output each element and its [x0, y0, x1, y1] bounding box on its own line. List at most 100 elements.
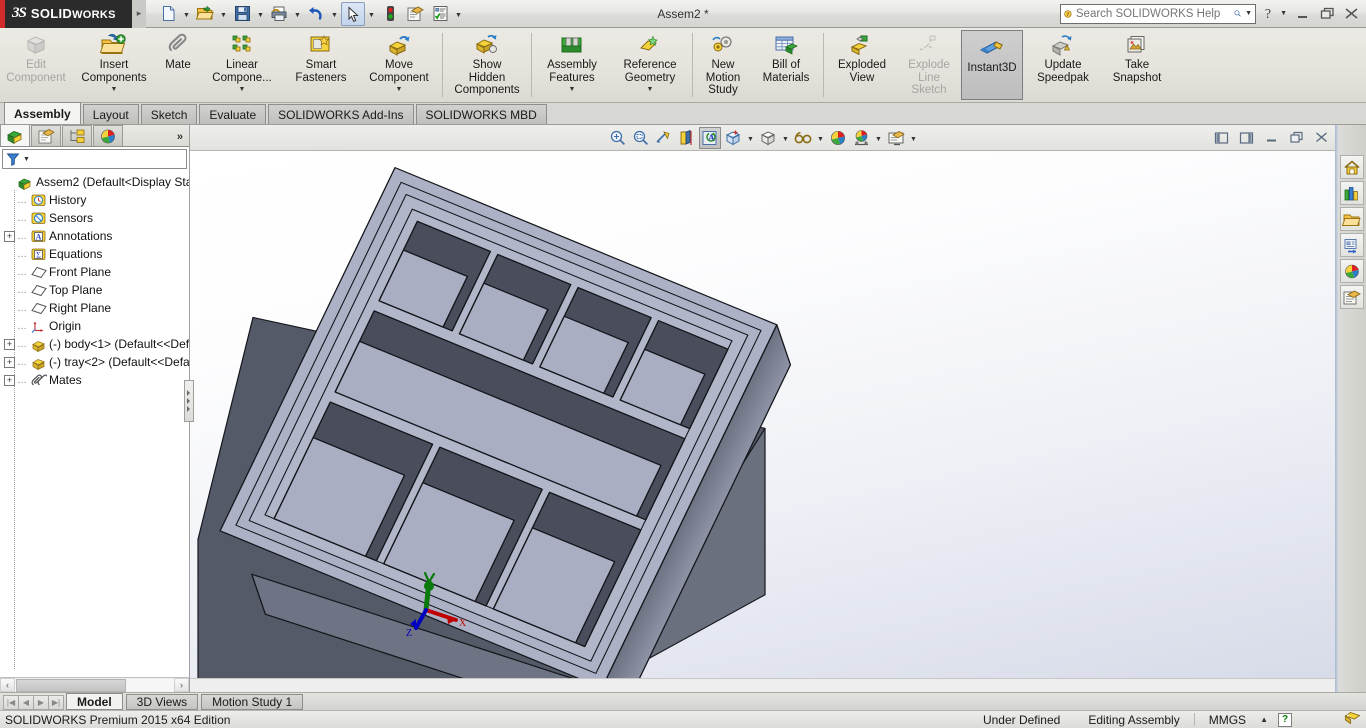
view-palette-button[interactable] [1339, 233, 1364, 257]
feature-manager-tab[interactable] [0, 124, 30, 146]
doc-restore-button[interactable] [1285, 127, 1307, 149]
panel-splitter-handle[interactable] [184, 380, 194, 422]
status-units[interactable]: MMGS [1195, 713, 1260, 727]
smart-fasteners-button[interactable]: Smart Fasteners [284, 28, 358, 102]
nav-prev-button[interactable]: ◀ [18, 695, 34, 710]
feature-tree-horizontal-scrollbar[interactable]: ‹ › [0, 677, 189, 692]
nav-next-button[interactable]: ▶ [33, 695, 49, 710]
expand-toggle[interactable]: + [4, 230, 15, 242]
tree-item-sensors[interactable]: … Sensors [2, 209, 189, 227]
feature-manager-more-button[interactable]: » [177, 131, 189, 146]
mate-button[interactable]: Mate [156, 28, 200, 102]
open-document-caret[interactable]: ▼ [218, 2, 229, 26]
hide-show-items-button[interactable] [757, 127, 779, 149]
tree-item-origin[interactable]: … Origin [2, 317, 189, 335]
display-manager-tab[interactable] [93, 125, 123, 146]
split-horizontal-button[interactable] [1210, 127, 1232, 149]
graphics-viewport[interactable]: X Z [190, 151, 1336, 678]
apply-scene-button[interactable] [827, 127, 849, 149]
tab-solidworks-mbd[interactable]: SOLIDWORKS MBD [415, 104, 547, 124]
view-settings-button[interactable] [792, 127, 814, 149]
update-speedpak-button[interactable]: ! Update Speedpak [1024, 28, 1102, 102]
open-document-button[interactable] [193, 2, 217, 26]
help-caret-icon[interactable]: ▼ [1280, 10, 1287, 17]
help-search-caret[interactable]: ▼ [1245, 10, 1252, 17]
scroll-thumb[interactable] [16, 678, 126, 692]
zoom-to-area-button[interactable] [630, 127, 652, 149]
tree-item-tray-component[interactable]: + … (-) tray<2> (Default<<Defa [2, 353, 189, 371]
doc-tab-model[interactable]: Model [66, 693, 123, 710]
appearances-scenes-button[interactable] [1339, 259, 1364, 283]
print-document-caret[interactable]: ▼ [292, 2, 303, 26]
zoom-to-fit-button[interactable] [607, 127, 629, 149]
linear-component-pattern-button[interactable]: Linear Compone... ▼ [200, 28, 284, 102]
doc-tab-motion-study[interactable]: Motion Study 1 [201, 694, 304, 710]
edit-appearance-button[interactable] [850, 127, 872, 149]
insert-components-caret[interactable]: ▼ [111, 86, 118, 93]
save-document-button[interactable] [230, 2, 254, 26]
show-hidden-components-button[interactable]: Show Hidden Components [445, 28, 529, 102]
new-document-caret[interactable]: ▼ [181, 2, 192, 26]
help-question-icon[interactable]: ? [1258, 3, 1278, 25]
tab-assembly[interactable]: Assembly [4, 102, 81, 124]
instant3d-button[interactable]: Instant3D [961, 30, 1023, 100]
save-document-caret[interactable]: ▼ [255, 2, 266, 26]
expand-toggle[interactable]: + [4, 374, 15, 386]
tab-evaluate[interactable]: Evaluate [199, 104, 267, 124]
tag-icon[interactable] [1344, 711, 1361, 728]
view-settings-caret[interactable]: ▼ [815, 127, 826, 149]
custom-properties-button[interactable] [1339, 285, 1364, 309]
design-library-button[interactable] [1339, 181, 1364, 205]
property-manager-tab[interactable] [31, 125, 61, 146]
select-tool-caret[interactable]: ▼ [366, 2, 377, 26]
reference-geometry-button[interactable]: Reference Geometry ▼ [610, 28, 690, 102]
menu-expand-arrow[interactable]: ▸ [132, 0, 146, 28]
edit-appearance-caret[interactable]: ▼ [873, 127, 884, 149]
rebuild-button[interactable] [378, 2, 402, 26]
close-icon[interactable] [1340, 3, 1362, 25]
model-3d-view[interactable] [190, 151, 1336, 678]
select-tool-button[interactable] [341, 1, 365, 26]
edit-component-button[interactable]: Edit Component [0, 28, 72, 102]
restore-icon[interactable] [1316, 3, 1338, 25]
nav-last-button[interactable]: ▶| [48, 695, 64, 710]
tree-item-equations[interactable]: … Σ Equations [2, 245, 189, 263]
move-component-button[interactable]: Move Component ▼ [358, 28, 440, 102]
feature-filter-box[interactable]: ▼ [2, 149, 187, 169]
configuration-manager-tab[interactable] [62, 125, 92, 146]
scroll-track[interactable] [15, 678, 174, 692]
tab-layout[interactable]: Layout [82, 104, 139, 124]
display-style-button[interactable] [722, 127, 744, 149]
exploded-view-button[interactable]: Exploded View [826, 28, 898, 102]
tree-item-assembly-root[interactable]: Assem2 (Default<Display State [2, 173, 189, 191]
doc-minimize-button[interactable] [1260, 127, 1282, 149]
undo-button[interactable] [304, 2, 328, 26]
viewport-caret[interactable]: ▼ [908, 127, 919, 149]
split-vertical-button[interactable] [1235, 127, 1257, 149]
new-document-button[interactable] [156, 2, 180, 26]
options-button[interactable] [428, 2, 452, 26]
new-motion-study-button[interactable]: New Motion Study [695, 28, 751, 102]
previous-view-button[interactable] [653, 127, 675, 149]
doc-tab-3d-views[interactable]: 3D Views [125, 694, 199, 710]
undo-caret[interactable]: ▼ [329, 2, 340, 26]
edit-appearance-button[interactable] [403, 2, 427, 26]
tab-solidworks-addins[interactable]: SOLIDWORKS Add-Ins [268, 104, 414, 124]
help-search-input[interactable] [1075, 7, 1230, 20]
assembly-features-caret[interactable]: ▼ [569, 86, 576, 93]
expand-toggle[interactable]: + [4, 356, 15, 368]
print-document-button[interactable] [267, 2, 291, 26]
tree-item-body-component[interactable]: + … (-) body<1> (Default<<Def [2, 335, 189, 353]
display-style-caret[interactable]: ▼ [745, 127, 756, 149]
viewport-button[interactable] [885, 127, 907, 149]
options-caret[interactable]: ▼ [453, 2, 464, 26]
move-component-caret[interactable]: ▼ [396, 86, 403, 93]
tree-item-top-plane[interactable]: … Top Plane [2, 281, 189, 299]
minimize-icon[interactable] [1292, 3, 1314, 25]
view-orientation-button[interactable]: A [699, 126, 721, 149]
status-help-badge[interactable]: ? [1278, 712, 1292, 727]
expand-toggle[interactable]: + [4, 338, 15, 350]
explode-line-sketch-button[interactable]: Explode Line Sketch [898, 28, 960, 102]
take-snapshot-button[interactable]: Take Snapshot [1102, 28, 1172, 102]
help-search-box[interactable]: ? ▼ [1060, 3, 1257, 24]
